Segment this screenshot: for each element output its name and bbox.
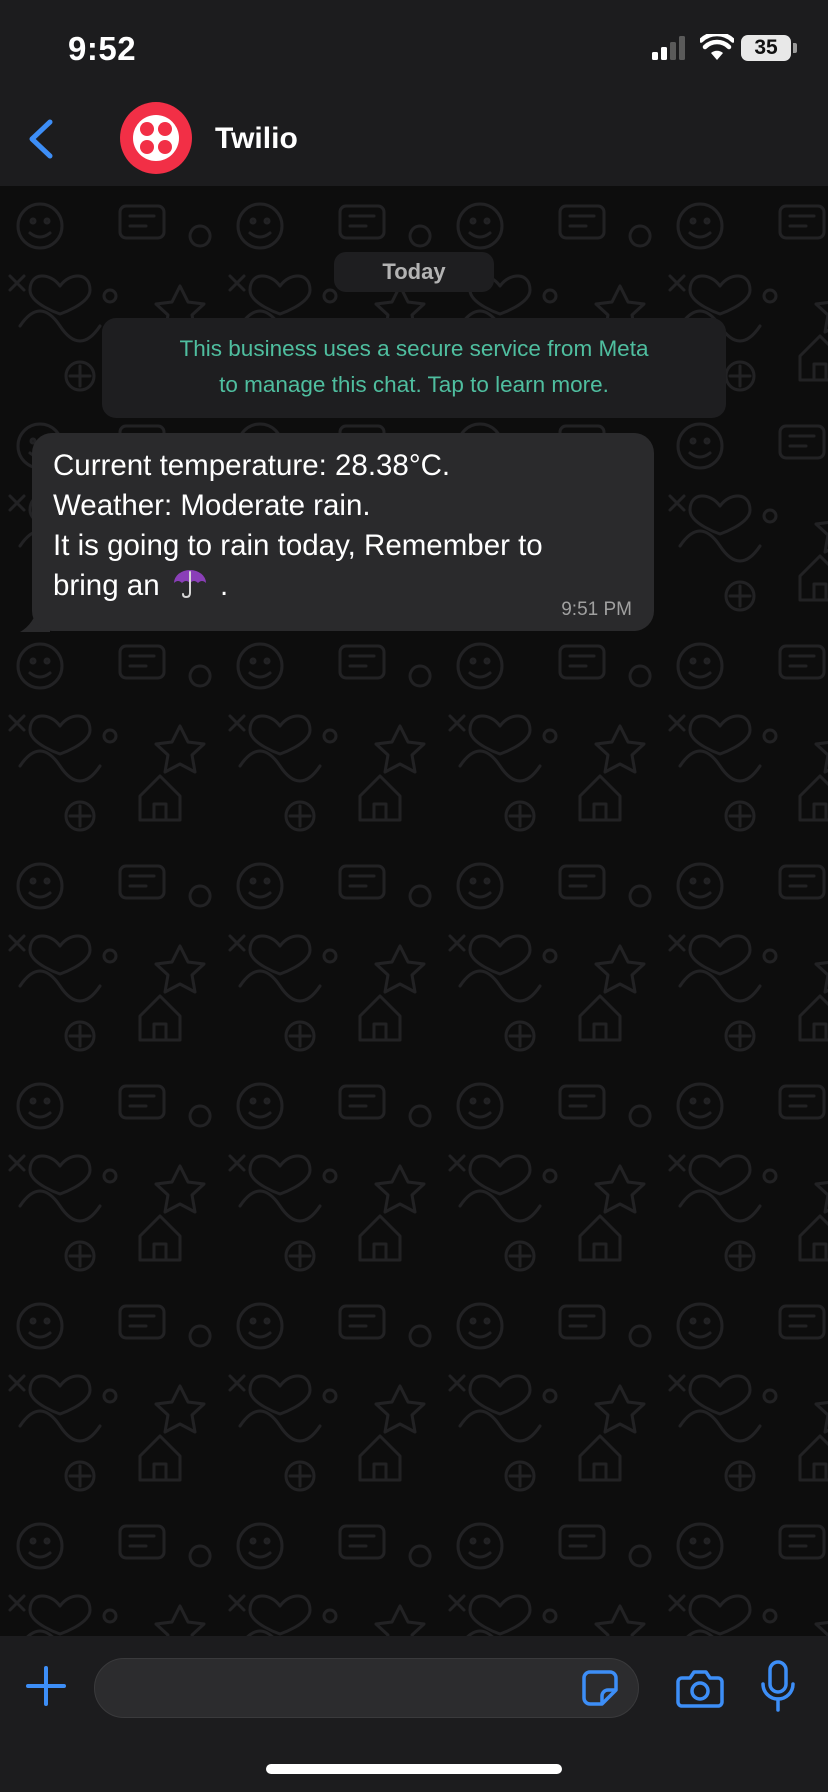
chat-header: Twilio	[0, 96, 828, 186]
message-line-3: It is going to rain today, Remember to	[53, 529, 543, 562]
message-timestamp: 9:51 PM	[561, 599, 632, 620]
chat-area[interactable]: Today This business uses a secure servic…	[0, 186, 828, 1636]
notice-line-1: This business uses a secure service from…	[179, 336, 649, 361]
business-notice[interactable]: This business uses a secure service from…	[102, 318, 726, 418]
attach-plus-icon[interactable]	[26, 1666, 66, 1706]
message-line-4: bring an .	[53, 569, 228, 603]
camera-icon[interactable]	[676, 1666, 724, 1710]
twilio-logo-icon	[133, 115, 179, 161]
battery-nub	[793, 43, 797, 53]
sticker-icon[interactable]	[580, 1668, 620, 1708]
incoming-message-bubble[interactable]: Current temperature: 28.38°C. Weather: M…	[32, 433, 654, 631]
contact-avatar[interactable]	[120, 102, 192, 174]
notice-line-2: to manage this chat. Tap to learn more.	[219, 372, 609, 397]
status-bar: 9:52 35	[0, 0, 828, 96]
message-line-2: Weather: Moderate rain.	[53, 489, 371, 522]
date-separator: Today	[334, 252, 494, 292]
message-text-after-emoji: .	[220, 569, 229, 602]
message-text-before-emoji: bring an	[53, 569, 160, 602]
microphone-icon[interactable]	[758, 1660, 798, 1714]
contact-name[interactable]: Twilio	[215, 122, 298, 156]
battery-indicator: 35	[741, 35, 791, 61]
back-chevron-icon[interactable]	[20, 114, 60, 164]
cellular-signal-icon	[652, 36, 685, 60]
message-input-bar	[0, 1636, 828, 1792]
wifi-icon	[700, 34, 734, 60]
message-input[interactable]	[94, 1658, 639, 1718]
status-time: 9:52	[68, 30, 137, 67]
umbrella-icon	[172, 569, 208, 599]
home-indicator	[266, 1764, 562, 1774]
message-line-1: Current temperature: 28.38°C.	[53, 449, 451, 482]
